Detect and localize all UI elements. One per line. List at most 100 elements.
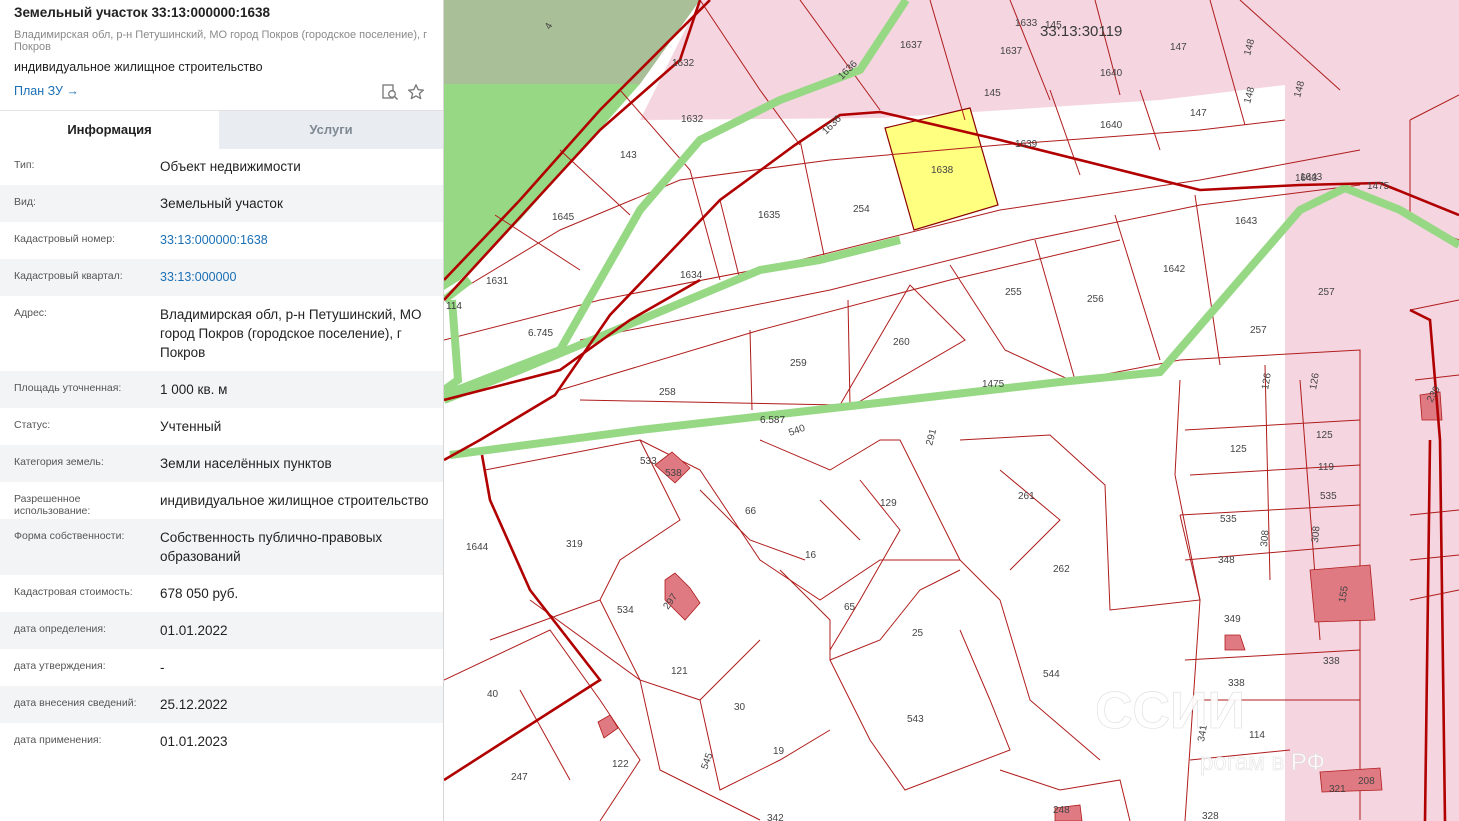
- parcel-label[interactable]: 1639: [1015, 139, 1038, 150]
- parcel-label[interactable]: 1637: [1000, 46, 1023, 57]
- info-row: дата определения: 01.01.2022: [0, 612, 443, 649]
- parcel-label[interactable]: 308: [1259, 529, 1271, 547]
- parcel-label[interactable]: 1643: [1295, 173, 1318, 184]
- parcel-label[interactable]: 533: [640, 456, 657, 467]
- parcel-label[interactable]: 121: [671, 666, 688, 677]
- parcel-label[interactable]: 319: [566, 539, 583, 550]
- info-value: Учтенный: [160, 419, 222, 434]
- parcel-label[interactable]: 308: [1310, 525, 1322, 543]
- parcel-label[interactable]: 261: [1018, 491, 1035, 502]
- tab-bar: Информация Услуги: [0, 110, 443, 149]
- parcel-label[interactable]: 262: [1053, 564, 1070, 575]
- parcel-label[interactable]: 535: [1320, 491, 1337, 502]
- parcel-label[interactable]: 1632: [672, 58, 695, 69]
- parcel-label[interactable]: 1631: [486, 276, 509, 287]
- parcel-label[interactable]: 348: [1218, 555, 1235, 566]
- parcel-label[interactable]: 258: [659, 387, 676, 398]
- parcel-label[interactable]: 328: [1202, 811, 1219, 821]
- parcel-label[interactable]: 1475: [982, 379, 1005, 390]
- parcel-label[interactable]: 1634: [680, 270, 703, 281]
- map-canvas: ССИИ рогам в РФ 1633 1451637 147 14841632 16…: [444, 0, 1459, 821]
- parcel-label[interactable]: 1475: [1367, 181, 1390, 192]
- info-value: Земельный участок: [160, 196, 283, 211]
- plan-link[interactable]: План ЗУ →: [14, 84, 79, 98]
- parcel-label[interactable]: 145: [984, 88, 1001, 99]
- parcel-label[interactable]: 247: [511, 772, 528, 783]
- info-row: Разрешенное использование: индивидуальное…: [0, 482, 443, 519]
- info-value: Земли населённых пунктов: [160, 456, 332, 471]
- cadastral-link[interactable]: 33:13:000000: [160, 268, 430, 287]
- star-icon[interactable]: [407, 83, 425, 101]
- parcel-label[interactable]: 257: [1318, 287, 1335, 298]
- parcel-label[interactable]: 114: [1249, 730, 1265, 741]
- parcel-label[interactable]: 66: [745, 506, 757, 517]
- parcel-usage: индивидуальное жилищное строительство: [14, 60, 263, 74]
- parcel-label[interactable]: 338: [1228, 678, 1245, 689]
- parcel-label[interactable]: 1643: [1235, 216, 1258, 227]
- parcel-label[interactable]: 1633: [1015, 18, 1038, 29]
- parcel-label[interactable]: 254: [853, 204, 870, 215]
- parcel-label[interactable]: 349: [1224, 614, 1241, 625]
- parcel-label[interactable]: 544: [1043, 669, 1060, 680]
- info-row: Кадастровый номер: 33:13:000000:1638: [0, 222, 443, 259]
- parcel-label[interactable]: 147: [1170, 42, 1187, 53]
- parcel-label[interactable]: 119: [1318, 462, 1334, 473]
- parcel-label[interactable]: 342: [767, 813, 784, 821]
- info-key: Категория земель:: [14, 456, 104, 468]
- parcel-label[interactable]: 257: [1250, 325, 1267, 336]
- info-row: Кадастровый квартал: 33:13:000000: [0, 259, 443, 296]
- info-list: Тип: Объект недвижимости Вид: Земельный уча…: [0, 148, 443, 760]
- parcel-label[interactable]: 321: [1329, 784, 1346, 795]
- tab-information[interactable]: Информация: [0, 111, 219, 149]
- cadastral-map[interactable]: ССИИ рогам в РФ 1633 145 1637 147 148 4 1632 16…: [444, 0, 1459, 821]
- info-row: Категория земель: Земли населённых пункто…: [0, 445, 443, 482]
- road-label-3: 114: [446, 301, 462, 312]
- parcel-label[interactable]: 30: [734, 702, 746, 713]
- parcel-label[interactable]: 259: [790, 358, 807, 369]
- parcel-label[interactable]: 1640: [1100, 120, 1123, 131]
- parcel-label[interactable]: 122: [612, 759, 629, 770]
- parcel-label[interactable]: 1638: [931, 165, 954, 176]
- parcel-label[interactable]: 1637: [900, 40, 923, 51]
- parcel-label[interactable]: 248: [1053, 805, 1070, 816]
- tab-services[interactable]: Услуги: [219, 111, 443, 149]
- parcel-label[interactable]: 1640: [1100, 68, 1123, 79]
- parcel-label[interactable]: 40: [487, 689, 499, 700]
- parcel-label[interactable]: 1644: [466, 542, 489, 553]
- parcel-label[interactable]: 19: [773, 746, 785, 757]
- info-key: дата утверждения:: [14, 660, 106, 672]
- parcel-label[interactable]: 1632: [681, 114, 704, 125]
- parcel-label[interactable]: 129: [880, 498, 897, 509]
- parcel-label[interactable]: 65: [844, 602, 856, 613]
- parcel-label[interactable]: 1635: [758, 210, 781, 221]
- parcel-label[interactable]: 125: [1230, 444, 1247, 455]
- parcel-label[interactable]: 538: [665, 468, 682, 479]
- parcel-label[interactable]: 1645: [552, 212, 575, 223]
- parcel-label[interactable]: 208: [1358, 776, 1375, 787]
- parcel-label[interactable]: 143: [620, 150, 637, 161]
- info-value: индивидуальное жилищное строительство: [160, 493, 429, 508]
- parcel-label[interactable]: 534: [617, 605, 634, 616]
- parcel-label[interactable]: 260: [893, 337, 910, 348]
- road-label-1: 6.745: [528, 328, 553, 339]
- info-value: 1 000 кв. м: [160, 382, 228, 397]
- info-row: Тип: Объект недвижимости: [0, 148, 443, 185]
- info-key: Статус:: [14, 419, 51, 431]
- search-doc-icon[interactable]: [381, 83, 399, 101]
- info-row: дата утверждения: -: [0, 649, 443, 686]
- info-key: Площадь уточненная:: [14, 382, 122, 394]
- road-label-2: 6.587: [760, 415, 785, 426]
- info-value: -: [160, 660, 165, 675]
- parcel-label[interactable]: 543: [907, 714, 924, 725]
- parcel-label[interactable]: 256: [1087, 294, 1104, 305]
- parcel-label[interactable]: 125: [1316, 430, 1333, 441]
- parcel-label[interactable]: 1642: [1163, 264, 1186, 275]
- parcel-label[interactable]: 535: [1220, 514, 1237, 525]
- parcel-label[interactable]: 255: [1005, 287, 1022, 298]
- cadastral-link[interactable]: 33:13:000000:1638: [160, 231, 430, 250]
- parcel-label[interactable]: 147: [1190, 108, 1207, 119]
- parcel-label[interactable]: 16: [805, 550, 817, 561]
- parcel-label[interactable]: 338: [1323, 656, 1340, 667]
- info-value: Объект недвижимости: [160, 159, 301, 174]
- parcel-label[interactable]: 25: [912, 628, 924, 639]
